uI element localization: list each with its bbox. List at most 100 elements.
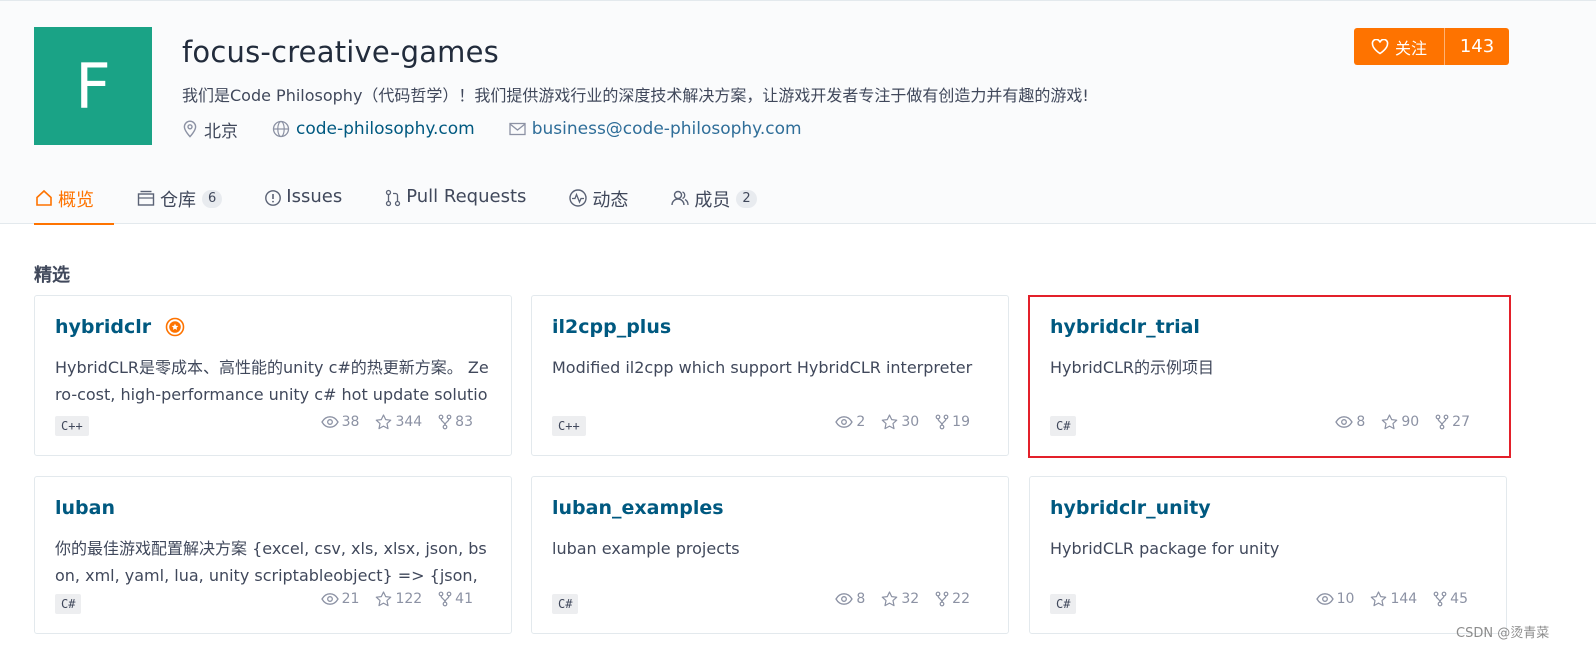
eye-icon — [1335, 416, 1354, 428]
repo-title[interactable]: hybridclr_trial — [1050, 316, 1200, 338]
repo-language: C# — [1050, 594, 1077, 614]
repo-language: C# — [55, 594, 82, 614]
follow-label: 关注 — [1394, 38, 1427, 58]
tab-pull-requests[interactable]: Pull Requests — [384, 178, 526, 224]
org-name[interactable]: focus-creative-games — [182, 35, 499, 69]
repo-language: C++ — [552, 416, 586, 436]
tab-label: Pull Requests — [406, 186, 527, 207]
follow-button[interactable]: 关注 143 — [1354, 28, 1509, 65]
tab-count-badge: 2 — [736, 190, 757, 208]
star-icon — [1371, 591, 1387, 607]
watch-stat[interactable]: 8 — [835, 591, 865, 607]
repo-title[interactable]: hybridclr_unity — [1050, 497, 1211, 519]
tab-members[interactable]: 成员 2 — [670, 178, 757, 224]
repo-card-highlighted[interactable]: hybridclr_trial HybridCLR的示例项目 C# 8 90 2… — [1028, 295, 1511, 458]
repo-language: C# — [1050, 416, 1077, 436]
fork-stat[interactable]: 41 — [438, 591, 473, 607]
repo-description: HybridCLR package for unity — [1050, 539, 1280, 558]
fork-stat[interactable]: 27 — [1435, 414, 1470, 430]
fork-count: 83 — [455, 414, 473, 430]
star-stat[interactable]: 32 — [881, 591, 919, 607]
star-stat[interactable]: 344 — [375, 414, 422, 430]
fork-icon — [1433, 591, 1447, 607]
star-icon — [882, 414, 898, 430]
watch-stat[interactable]: 38 — [320, 414, 360, 430]
eye-icon — [320, 593, 339, 605]
org-header: F focus-creative-games 我们是Code Philosoph… — [0, 0, 1596, 225]
star-stat[interactable]: 30 — [881, 414, 919, 430]
fork-count: 19 — [952, 414, 970, 430]
star-icon — [1382, 414, 1398, 430]
fork-icon — [438, 414, 452, 430]
fork-stat[interactable]: 83 — [438, 414, 473, 430]
watch-count: 21 — [341, 591, 360, 607]
fork-stat[interactable]: 45 — [1433, 591, 1468, 607]
repo-title[interactable]: luban — [55, 497, 115, 519]
tab-overview[interactable]: 概览 — [34, 178, 114, 225]
repo-card[interactable]: hybridclr HybridCLR是零成本、高性能的unity c#的热更新… — [34, 295, 512, 456]
fork-icon — [438, 591, 452, 607]
website-link[interactable]: code-philosophy.com — [296, 119, 475, 139]
email-link[interactable]: business@code-philosophy.com — [532, 119, 802, 139]
watch-count: 10 — [1336, 591, 1355, 607]
watch-stat[interactable]: 21 — [320, 591, 360, 607]
repo-title[interactable]: luban_examples — [552, 497, 724, 519]
repo-name[interactable]: il2cpp_plus — [552, 316, 671, 338]
fork-count: 27 — [1452, 414, 1470, 430]
fork-icon — [1435, 414, 1449, 430]
org-tabs: 概览 仓库 6 Issues Pull Requests 动态 成员 2 — [34, 178, 799, 225]
org-website[interactable]: code-philosophy.com — [272, 119, 475, 139]
org-email[interactable]: business@code-philosophy.com — [509, 119, 802, 139]
repo-title[interactable]: hybridclr — [55, 316, 185, 338]
repo-name[interactable]: hybridclr_unity — [1050, 497, 1211, 519]
tab-label: 仓库 — [160, 190, 196, 211]
repo-card[interactable]: luban 你的最佳游戏配置解决方案 {excel, csv, xls, xls… — [34, 476, 512, 634]
star-count: 90 — [1401, 414, 1420, 430]
watch-count: 38 — [341, 414, 360, 430]
star-stat[interactable]: 144 — [1370, 591, 1417, 607]
watch-stat[interactable]: 2 — [835, 414, 865, 430]
repo-card[interactable]: il2cpp_plus Modified il2cpp which suppor… — [531, 295, 1009, 456]
home-icon — [36, 189, 52, 206]
star-icon — [882, 591, 898, 607]
repo-stats: 10 144 45 — [1300, 591, 1468, 607]
repo-card[interactable]: luban_examples luban example projects C#… — [531, 476, 1009, 634]
tab-label: 概览 — [58, 190, 94, 211]
repo-description: HybridCLR的示例项目 — [1050, 358, 1215, 377]
org-description: 我们是Code Philosophy（代码哲学）！我们提供游戏行业的深度技术解决… — [182, 86, 1089, 105]
tab-count-badge: 6 — [202, 190, 223, 208]
tab-repositories[interactable]: 仓库 6 — [136, 178, 223, 224]
location-pin-icon — [183, 120, 197, 138]
repo-description: luban example projects — [552, 539, 740, 558]
members-icon — [671, 190, 690, 206]
star-count: 32 — [901, 591, 920, 607]
star-count: 122 — [395, 591, 423, 607]
watch-stat[interactable]: 10 — [1315, 591, 1355, 607]
fork-icon — [935, 414, 949, 430]
repo-name[interactable]: hybridclr — [55, 316, 151, 338]
repo-title[interactable]: il2cpp_plus — [552, 316, 671, 338]
repo-name[interactable]: luban_examples — [552, 497, 724, 519]
repo-name[interactable]: luban — [55, 497, 115, 519]
repo-stats: 8 32 22 — [819, 591, 970, 607]
tab-issues[interactable]: Issues — [264, 178, 342, 224]
repo-card[interactable]: hybridclr_unity HybridCLR package for un… — [1029, 476, 1507, 634]
repo-icon — [137, 190, 155, 206]
mail-icon — [509, 122, 526, 136]
location-text: 北京 — [204, 121, 238, 142]
follow-label-area[interactable]: 关注 — [1354, 28, 1445, 65]
activity-icon — [569, 189, 588, 207]
star-stat[interactable]: 90 — [1381, 414, 1419, 430]
watch-stat[interactable]: 8 — [1335, 414, 1365, 430]
follow-count[interactable]: 143 — [1445, 36, 1509, 57]
fork-stat[interactable]: 22 — [935, 591, 970, 607]
eye-icon — [320, 416, 339, 428]
fork-count: 45 — [1450, 591, 1468, 607]
star-icon — [376, 414, 392, 430]
org-avatar[interactable]: F — [34, 27, 152, 145]
star-stat[interactable]: 122 — [375, 591, 422, 607]
tab-activity[interactable]: 动态 — [568, 178, 628, 224]
repo-name[interactable]: hybridclr_trial — [1050, 316, 1200, 338]
star-count: 144 — [1390, 591, 1418, 607]
fork-stat[interactable]: 19 — [935, 414, 970, 430]
